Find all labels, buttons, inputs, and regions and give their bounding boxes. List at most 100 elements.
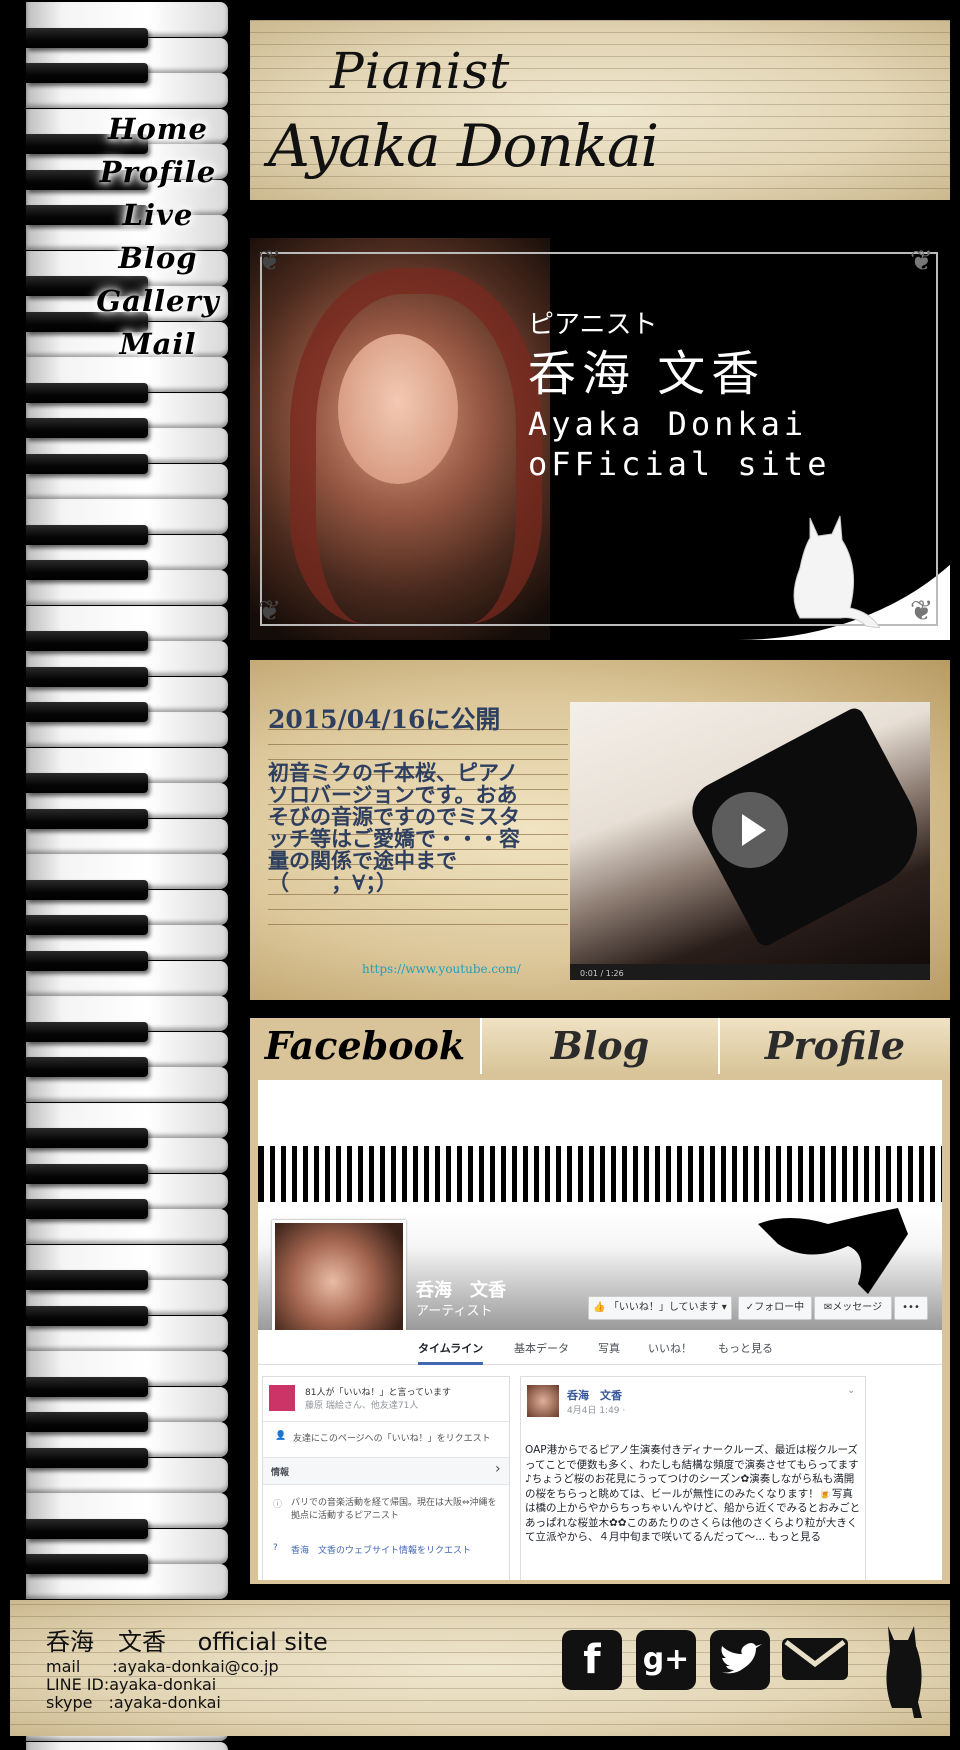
chevron-right-icon[interactable]: ›	[495, 1461, 501, 1477]
piano-black-key	[26, 1554, 148, 1574]
nav-live[interactable]: Live	[88, 194, 228, 237]
play-icon[interactable]	[712, 792, 788, 868]
ornament-icon: ❦	[258, 594, 282, 627]
more-options-button[interactable]: •••	[894, 1296, 928, 1320]
cover-white-key	[275, 1146, 281, 1202]
piano-black-key	[26, 27, 148, 48]
cover-white-key	[715, 1146, 721, 1202]
nav-gallery[interactable]: Gallery	[88, 280, 228, 323]
chevron-down-icon[interactable]: ⌄	[847, 1385, 855, 1396]
cover-white-key	[440, 1146, 446, 1202]
fb-tab-timeline[interactable]: タイムライン	[418, 1340, 484, 1365]
piano-black-key	[26, 702, 148, 722]
follow-button[interactable]: ✓フォロー中	[738, 1296, 812, 1320]
cover-white-key	[781, 1146, 787, 1202]
facebook-embed[interactable]: 呑海 文香 アーティスト 👍 「いいね！」しています ▾ ✓フォロー中 ✉メッセ…	[258, 1080, 942, 1580]
cover-white-key	[649, 1146, 655, 1202]
cover-white-key	[352, 1146, 358, 1202]
piano-black-key	[26, 1305, 148, 1326]
cover-white-key	[682, 1146, 688, 1202]
likes-friends[interactable]: 藤原 瑞絵さん、他友達71人	[305, 1398, 418, 1411]
nav-mail[interactable]: Mail	[88, 323, 228, 366]
hero-name-jp: 呑海 文香	[528, 346, 766, 402]
footer-mail: mail :ayaka-donkai@co.jp	[46, 1657, 279, 1676]
google-plus-icon[interactable]: g+	[636, 1630, 696, 1690]
cover-white-key	[264, 1146, 270, 1202]
mail-icon[interactable]	[780, 1630, 848, 1690]
ornament-icon: ❦	[910, 594, 934, 627]
video-description: 初音ミクの千本桜、ピアノソロバージョンです。おあそびの音源ですのでミスタッチ等は…	[268, 760, 520, 895]
cover-white-key	[396, 1146, 402, 1202]
question-icon: ?	[273, 1543, 278, 1553]
piano-black-key	[26, 1163, 148, 1184]
video-player[interactable]: 0:01 / 1:26	[570, 702, 930, 980]
website-request-link[interactable]: 香海 文香のウェブサイト情報をリクエスト	[291, 1543, 471, 1556]
cover-white-key	[726, 1146, 732, 1202]
twitter-icon[interactable]	[710, 1630, 770, 1690]
piano-black-key	[26, 1270, 148, 1290]
youtube-link[interactable]: https://www.youtube.com/	[362, 962, 521, 976]
nav-profile[interactable]: Profile	[88, 151, 228, 194]
invite-icon: 👤	[275, 1431, 287, 1441]
video-progress-bar[interactable]	[570, 964, 930, 980]
cover-white-key	[341, 1146, 347, 1202]
post-avatar[interactable]	[527, 1385, 559, 1417]
post-date[interactable]: 4月4日 1:49 ·	[567, 1403, 625, 1416]
main-nav: Home Profile Live Blog Gallery Mail	[88, 108, 228, 366]
invite-friends-link[interactable]: 友達にこのページへの「いいね！」をリクエスト	[293, 1431, 491, 1444]
nav-blog[interactable]: Blog	[88, 237, 228, 280]
cover-white-key	[462, 1146, 468, 1202]
cover-white-key	[286, 1146, 292, 1202]
publish-date: 2015/04/16に公開	[268, 705, 501, 734]
footer-line-id: LINE ID:ayaka-donkai	[46, 1675, 217, 1694]
like-button[interactable]: 👍 「いいね！」しています ▾	[588, 1296, 732, 1320]
cover-white-key	[704, 1146, 710, 1202]
piano-black-key	[26, 879, 148, 900]
tab-facebook[interactable]: Facebook	[250, 1018, 482, 1074]
cover-white-key	[891, 1146, 897, 1202]
white-cat-icon	[793, 515, 880, 628]
cover-white-key	[858, 1146, 864, 1202]
cover-white-key	[330, 1146, 336, 1202]
thumbs-up-icon: 👍	[593, 1302, 606, 1313]
fb-page-category: アーティスト	[416, 1304, 493, 1319]
cover-white-key	[759, 1146, 765, 1202]
piano-black-key	[26, 915, 148, 935]
cover-white-key	[924, 1146, 930, 1202]
cat-icon	[886, 1626, 922, 1718]
piano-black-key	[26, 666, 148, 687]
piano-black-key	[26, 1128, 148, 1148]
cover-white-key	[825, 1146, 831, 1202]
tab-profile[interactable]: Profile	[720, 1018, 950, 1074]
site-banner[interactable]: Pianist Ayaka Donkai	[250, 20, 950, 200]
cover-white-key	[814, 1146, 820, 1202]
fb-tab-photos[interactable]: 写真	[598, 1340, 620, 1356]
fb-tab-likes[interactable]: いいね！	[648, 1340, 692, 1356]
cover-white-key	[561, 1146, 567, 1202]
fb-tab-more[interactable]: もっと見る	[718, 1340, 773, 1356]
facebook-icon[interactable]: f	[562, 1630, 622, 1690]
cover-white-key	[539, 1146, 545, 1202]
post-author[interactable]: 呑海 文香	[567, 1387, 622, 1403]
piano-black-key	[26, 63, 148, 83]
ornament-icon: ❦	[258, 244, 282, 277]
fb-left-column: 81人が「いいね！」と言っています 藤原 瑞絵さん、他友達71人 👤 友達にこの…	[262, 1376, 510, 1580]
cover-white-key	[880, 1146, 886, 1202]
cover-white-key	[374, 1146, 380, 1202]
piano-black-key	[26, 1412, 148, 1432]
tab-blog[interactable]: Blog	[482, 1018, 720, 1074]
cover-white-key	[429, 1146, 435, 1202]
banner-title-line1: Pianist	[330, 42, 511, 100]
friend-avatar	[269, 1385, 295, 1411]
check-icon: ✓	[745, 1302, 755, 1313]
nav-home[interactable]: Home	[88, 108, 228, 151]
fb-tab-about[interactable]: 基本データ	[514, 1340, 569, 1356]
fb-page-name[interactable]: 呑海 文香	[416, 1276, 506, 1302]
hero-image: ❦ ❦ ❦ ❦ ピアニスト 呑海 文香 Ayaka Donkai oFFicia…	[250, 238, 950, 640]
piano-black-key	[26, 1021, 148, 1042]
piano-black-key	[26, 1199, 148, 1219]
message-button[interactable]: ✉メッセージ	[814, 1296, 892, 1320]
cover-white-key	[792, 1146, 798, 1202]
cover-white-key	[935, 1146, 941, 1202]
cover-white-key	[847, 1146, 853, 1202]
